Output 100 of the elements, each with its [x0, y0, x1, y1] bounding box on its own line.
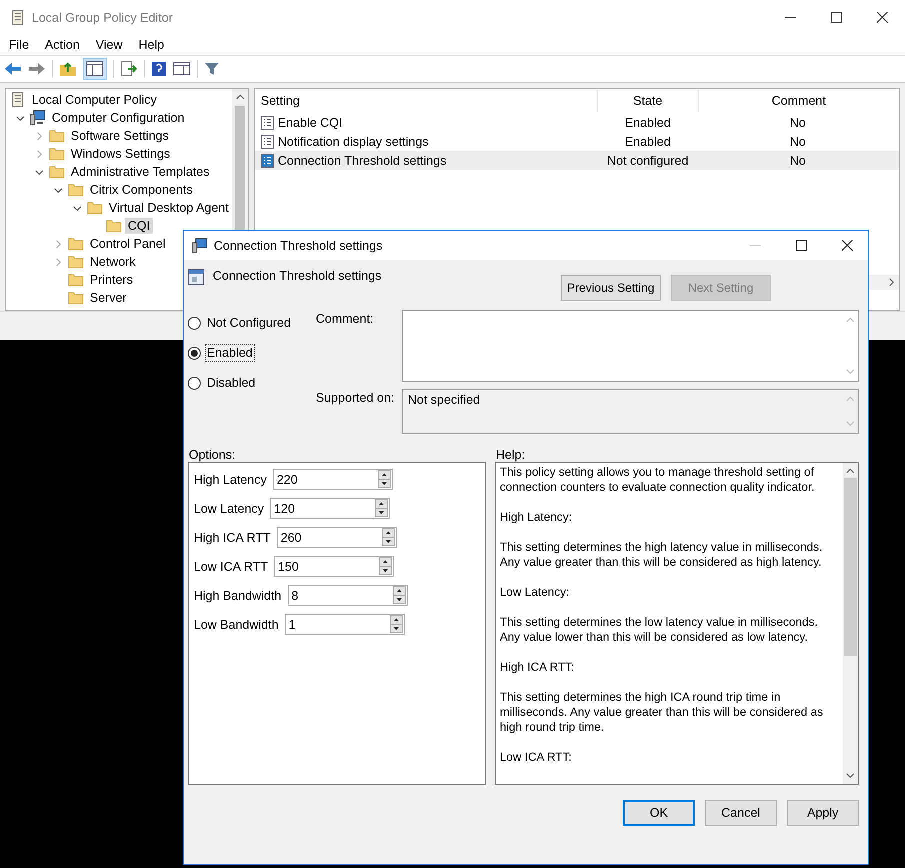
nav-button[interactable]: Previous Setting	[561, 275, 661, 301]
spin-arrows-icon[interactable]	[376, 469, 393, 490]
back-arrow-icon[interactable]	[4, 61, 22, 77]
help-icon[interactable]	[151, 61, 167, 77]
column-header[interactable]: Comment	[699, 90, 899, 112]
folder-icon	[49, 147, 65, 161]
option-label: Low ICA RTT	[194, 560, 268, 574]
help-text: This setting determines the low latency value in milliseconds. Any value lower than this will be considered as low latency.	[500, 615, 820, 645]
tree-item[interactable]: Server	[87, 290, 130, 306]
spin-arrows-icon[interactable]	[380, 527, 397, 548]
tree-item[interactable]: CQI	[125, 218, 154, 234]
help-label: Help:	[496, 448, 526, 462]
dialog-button[interactable]: Cancel	[705, 800, 777, 826]
filter-icon[interactable]	[204, 61, 220, 77]
help-text: Low ICA RTT:	[500, 750, 573, 765]
spin-arrows-icon[interactable]	[373, 498, 390, 519]
tree-item[interactable]: Virtual Desktop Agent	[106, 200, 232, 216]
export-list-icon[interactable]	[120, 61, 138, 77]
help-text: This policy setting allows you to manage threshold setting of connection counters to evaluate connection quality indicator.	[500, 465, 816, 495]
tree-item[interactable]: Administrative Templates	[68, 164, 213, 180]
close-icon[interactable]	[842, 240, 854, 252]
tree-item[interactable]: Computer Configuration	[49, 110, 188, 126]
radio-button[interactable]	[188, 316, 201, 330]
option-label: Low Bandwidth	[194, 618, 279, 632]
list-row[interactable]: Notification display settings Enabled No	[255, 132, 899, 151]
tree-item[interactable]: Control Panel	[87, 236, 169, 252]
spin-arrows-icon[interactable]	[390, 585, 408, 606]
state-cell-text: Enabled	[624, 116, 672, 130]
number-field[interactable]: 260	[276, 527, 380, 548]
number-field[interactable]: 8	[288, 585, 391, 606]
spin-arrows-icon[interactable]	[388, 614, 405, 635]
dialog-button[interactable]: OK	[623, 800, 695, 826]
scroll-up-icon[interactable]	[236, 94, 244, 100]
tree-item[interactable]: Software Settings	[68, 128, 172, 144]
options-label: Options:	[189, 448, 237, 462]
option-label: High Bandwidth	[194, 588, 282, 602]
tree-item[interactable]: Citrix Components	[87, 182, 196, 198]
dialog-title: Connection Threshold settings	[214, 238, 383, 252]
setting-name: Notification display settings	[278, 134, 429, 148]
setting-icon	[261, 154, 274, 168]
computer-icon	[30, 110, 46, 126]
folder-up-icon[interactable]	[59, 61, 77, 77]
number-field[interactable]: 120	[270, 498, 374, 519]
tree-item[interactable]: Windows Settings	[68, 146, 174, 162]
menu-item[interactable]: View	[96, 38, 123, 52]
spin-arrows-icon[interactable]	[377, 556, 394, 577]
setting-name: Connection Threshold settings	[278, 154, 447, 168]
folder-icon	[68, 291, 84, 305]
maximize-icon[interactable]	[831, 12, 843, 24]
list-row[interactable]: Enable CQI Enabled No	[255, 113, 899, 132]
maximize-icon[interactable]	[796, 240, 808, 252]
scroll-icon	[10, 10, 26, 26]
number-field[interactable]: 1	[284, 614, 388, 635]
help-text: High ICA RTT:	[500, 660, 576, 675]
column-header[interactable]: Setting	[255, 90, 598, 112]
setting-heading: Connection Threshold settings	[213, 269, 382, 283]
number-field[interactable]: 150	[274, 556, 378, 577]
chevron-down-icon[interactable]	[35, 168, 44, 176]
radio-label[interactable]: Not Configured	[205, 314, 294, 332]
radio-button[interactable]	[188, 376, 201, 390]
forward-arrow-icon[interactable]	[28, 61, 46, 77]
number-field[interactable]: 220	[272, 469, 376, 490]
help-text: High Latency:	[500, 510, 574, 525]
radio-button[interactable]	[188, 346, 201, 360]
option-label: High Latency	[194, 472, 267, 486]
field-label: Comment:	[316, 311, 375, 328]
folder-icon	[68, 273, 84, 287]
tree-item[interactable]: Network	[87, 254, 139, 270]
tree-item[interactable]: Local Computer Policy	[29, 92, 160, 108]
pane-icon[interactable]	[173, 61, 191, 77]
tree-item[interactable]: Printers	[87, 272, 136, 288]
scroll-right-icon[interactable]	[889, 278, 895, 287]
chevron-down-icon[interactable]	[16, 114, 25, 122]
chevron-down-icon[interactable]	[54, 186, 63, 194]
window-title: Local Group Policy Editor	[32, 10, 174, 24]
list-row[interactable]: Connection Threshold settings Not configured No	[255, 151, 899, 170]
scroll-down-icon[interactable]	[846, 773, 855, 779]
scroll-up-icon[interactable]	[846, 468, 855, 474]
radio-label[interactable]: Disabled	[205, 374, 258, 392]
menu-item[interactable]: Action	[45, 38, 80, 52]
folder-icon	[87, 201, 103, 215]
help-text: This setting determines the high latency value in milliseconds. Any value greater than this will be considered as high latency.	[500, 540, 824, 570]
setting-icon	[261, 134, 274, 148]
folder-icon	[68, 255, 84, 269]
folder-icon	[49, 129, 65, 143]
close-icon[interactable]	[877, 12, 889, 24]
comment-cell-text: No	[789, 154, 807, 168]
pane-icon[interactable]	[83, 58, 107, 80]
column-header[interactable]: State	[598, 90, 699, 112]
menu-item[interactable]: File	[9, 38, 30, 52]
chevron-down-icon[interactable]	[73, 204, 82, 212]
option-label: High ICA RTT	[194, 530, 271, 544]
radio-label[interactable]: Enabled	[205, 344, 255, 362]
state-cell-text: Not configured	[606, 154, 690, 168]
field-label: Supported on:	[316, 390, 396, 407]
computer-icon	[192, 238, 208, 254]
dialog-button[interactable]: Apply	[787, 800, 859, 826]
help-text: This setting determines the high ICA round trip time in milliseconds. Any value greater than this will be considered as high round trip time.	[500, 690, 824, 735]
scrollbar[interactable]	[843, 463, 858, 784]
menu-item[interactable]: Help	[138, 38, 164, 52]
